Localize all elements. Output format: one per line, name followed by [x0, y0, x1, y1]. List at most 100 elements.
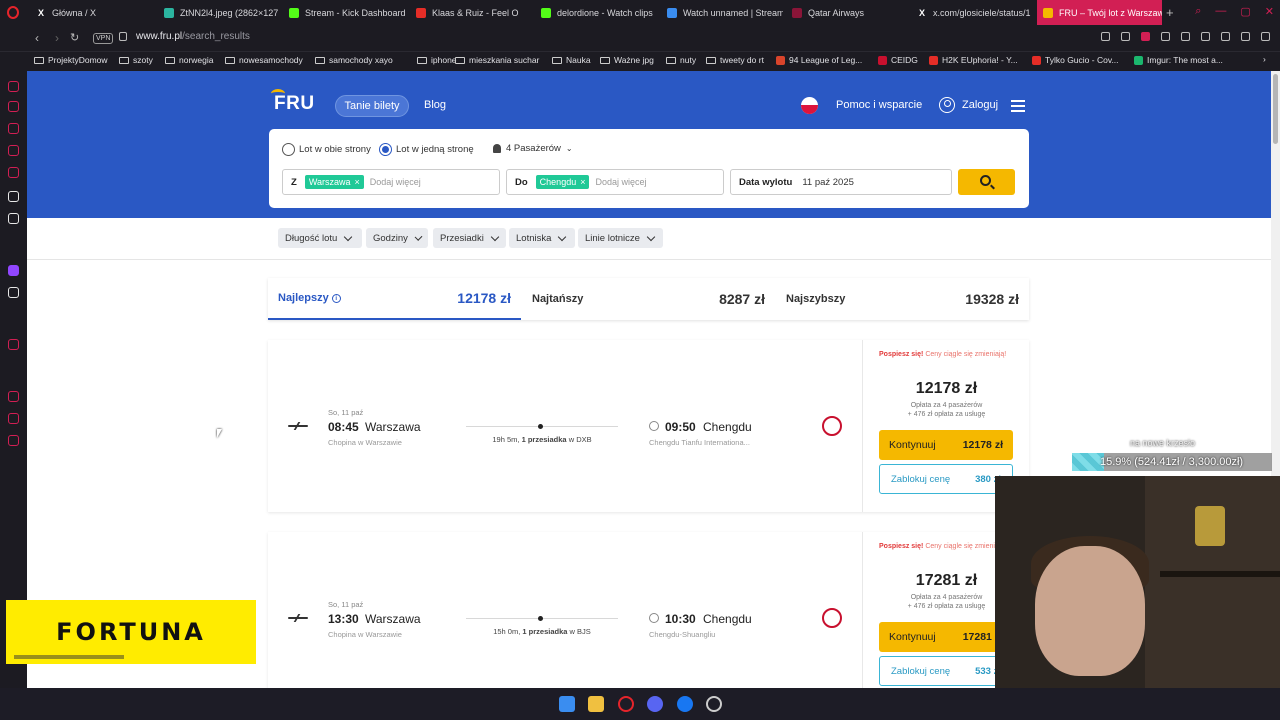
- tab-2[interactable]: Stream - Kick Dashboard: [283, 0, 405, 25]
- url-field[interactable]: www.fru.pl/search_results: [136, 31, 250, 42]
- start-icon[interactable]: [559, 696, 575, 712]
- sidebar-mail-icon[interactable]: [8, 167, 19, 178]
- bookmark-13[interactable]: H2K EUphoria! - Y...: [929, 55, 1018, 65]
- messenger-icon[interactable]: [677, 696, 693, 712]
- easy-setup-icon[interactable]: [1221, 32, 1230, 41]
- tab-7[interactable]: Xx.com/glosiciele/status/1: [911, 0, 1033, 25]
- bookmark-2[interactable]: norwegia: [165, 55, 214, 65]
- menu-icon[interactable]: [1011, 100, 1025, 115]
- sidebar-twitch-icon[interactable]: [8, 265, 19, 276]
- snapshot-icon[interactable]: [1121, 32, 1130, 41]
- forward-icon[interactable]: ›: [55, 31, 59, 45]
- bookmark-12[interactable]: CEIDG: [878, 55, 918, 65]
- bookmark-0[interactable]: ProjektyDomow: [34, 55, 108, 65]
- filter-2[interactable]: Przesiadki: [433, 228, 506, 248]
- continue-button[interactable]: Kontynuuj 12178 zł: [879, 430, 1013, 460]
- heart-icon[interactable]: [1181, 32, 1190, 41]
- bookmark-4[interactable]: samochody xayo: [315, 55, 393, 65]
- profile-icon[interactable]: [1261, 32, 1270, 41]
- remove-tag-icon[interactable]: ×: [580, 177, 585, 187]
- file-explorer-icon[interactable]: [588, 696, 604, 712]
- filter-3[interactable]: Lotniska: [509, 228, 575, 248]
- sidebar-history-icon[interactable]: [8, 101, 19, 112]
- lock-price-button[interactable]: Zablokuj cenę 533 zł: [879, 656, 1013, 686]
- maximize-icon[interactable]: ▢: [1240, 5, 1250, 18]
- sidebar-wallet-icon[interactable]: [8, 123, 19, 134]
- obs-icon[interactable]: [706, 696, 722, 712]
- login-link[interactable]: Zaloguj: [962, 99, 998, 111]
- close-window-icon[interactable]: ✕: [1265, 5, 1274, 18]
- filter-1[interactable]: Godziny: [366, 228, 428, 248]
- bookmark-10[interactable]: tweety do rt: [706, 55, 764, 65]
- back-icon[interactable]: ‹: [35, 31, 39, 45]
- sort-tab-2[interactable]: Najszybszy 19328 zł: [776, 278, 1029, 320]
- opera-taskbar-icon[interactable]: [618, 696, 634, 712]
- blog-link[interactable]: Blog: [424, 99, 446, 111]
- from-field[interactable]: Z Warszawa × Dodaj więcej: [282, 169, 500, 195]
- sidebar-aria-icon[interactable]: [8, 191, 19, 202]
- sidebar-clock-icon[interactable]: [8, 391, 19, 402]
- tab-3[interactable]: Klaas & Ruiz - Feel O: [410, 0, 532, 25]
- bookmark-7[interactable]: Nauka: [552, 55, 591, 65]
- filter-0[interactable]: Długość lotu: [278, 228, 362, 248]
- new-tab-button[interactable]: +: [1166, 5, 1174, 20]
- tab-4[interactable]: delordione - Watch clips: [535, 0, 657, 25]
- tanie-bilety-link[interactable]: Tanie bilety: [335, 95, 409, 117]
- bookmark-15[interactable]: Imgur: The most a...: [1134, 55, 1223, 65]
- help-link[interactable]: Pomoc i wsparcie: [836, 99, 922, 111]
- pocket-icon[interactable]: [1141, 32, 1150, 41]
- tab-1[interactable]: ZtNN2l4.jpeg (2862×127: [158, 0, 280, 25]
- sidebar-downloads-icon[interactable]: [8, 413, 19, 424]
- bookmark-9[interactable]: nuty: [666, 55, 696, 65]
- tab-8[interactable]: FRU – Twój lot z Warszaw✕: [1037, 0, 1162, 25]
- remove-tag-icon[interactable]: ×: [355, 177, 360, 187]
- tab-6[interactable]: Qatar Airways: [786, 0, 908, 25]
- sidebar-settings-icon[interactable]: [8, 435, 19, 446]
- extensions-icon[interactable]: [1201, 32, 1210, 41]
- sidebar-news-icon[interactable]: [8, 81, 19, 92]
- sort-tabs: Najlepszy i 12178 zł Najtańszy 8287 zł Najszy…: [268, 278, 1029, 320]
- lock-price-button[interactable]: Zablokuj cenę 380 zł: [879, 464, 1013, 494]
- one-way-radio[interactable]: Lot w jedną stronę: [379, 143, 474, 156]
- search-button[interactable]: [958, 169, 1015, 195]
- tab-5[interactable]: Watch unnamed | Stream: [661, 0, 783, 25]
- vpn-badge[interactable]: VPN: [93, 33, 114, 44]
- search-tabs-icon[interactable]: ⌕: [1195, 5, 1201, 18]
- bookmark-5[interactable]: iphone: [417, 55, 457, 65]
- sidebar-add-icon[interactable]: [8, 339, 19, 350]
- lock-icon[interactable]: [119, 32, 127, 41]
- bookmark-page-icon[interactable]: [1101, 32, 1110, 41]
- opera-logo-icon[interactable]: [0, 0, 26, 25]
- tab-0[interactable]: X Główna / X: [30, 0, 152, 25]
- sort-tab-0[interactable]: Najlepszy i 12178 zł: [268, 278, 521, 320]
- flight-card[interactable]: So, 11 paź 13:30 Warszawa Chopina w Wars…: [268, 532, 1029, 688]
- download-icon[interactable]: [1241, 32, 1250, 41]
- fru-logo[interactable]: FRU: [271, 89, 315, 115]
- sidebar-x-icon[interactable]: [8, 287, 19, 298]
- sort-tab-1[interactable]: Najtańszy 8287 zł: [522, 278, 775, 320]
- bookmark-1[interactable]: szoty: [119, 55, 153, 65]
- bookmark-3[interactable]: nowesamochody: [225, 55, 303, 65]
- reload-icon[interactable]: ↻: [70, 31, 79, 44]
- to-field[interactable]: Do Chengdu × Dodaj więcej: [506, 169, 724, 195]
- sidebar-messenger-icon[interactable]: [8, 145, 19, 156]
- user-icon[interactable]: [939, 97, 955, 113]
- bookmark-11[interactable]: 94 League of Leg...: [776, 55, 862, 65]
- filter-4[interactable]: Linie lotnicze: [578, 228, 663, 248]
- bookmark-8[interactable]: Ważne jpg: [600, 55, 654, 65]
- poland-flag-icon[interactable]: [801, 97, 818, 114]
- minimize-icon[interactable]: —: [1215, 5, 1226, 18]
- sidebar-chatgpt-icon[interactable]: [8, 213, 19, 224]
- bookmarks-overflow-icon[interactable]: ›: [1263, 54, 1266, 64]
- round-trip-radio[interactable]: Lot w obie strony: [282, 143, 371, 156]
- date-field[interactable]: Data wylotu 11 paź 2025: [730, 169, 952, 195]
- flight-card[interactable]: So, 11 paź 08:45 Warszawa Chopina w Wars…: [268, 340, 1029, 512]
- continue-button[interactable]: Kontynuuj 17281 zł: [879, 622, 1013, 652]
- discord-icon[interactable]: [647, 696, 663, 712]
- bookmark-6[interactable]: mieszkania suchar: [455, 55, 539, 65]
- bookmark-14[interactable]: Tylko Gucio - Cov...: [1032, 55, 1119, 65]
- player-icon[interactable]: [1161, 32, 1170, 41]
- passengers-dropdown[interactable]: 4 Pasażerów ⌄: [493, 143, 573, 154]
- scrollbar-thumb[interactable]: [1273, 74, 1278, 144]
- info-icon[interactable]: i: [331, 294, 341, 303]
